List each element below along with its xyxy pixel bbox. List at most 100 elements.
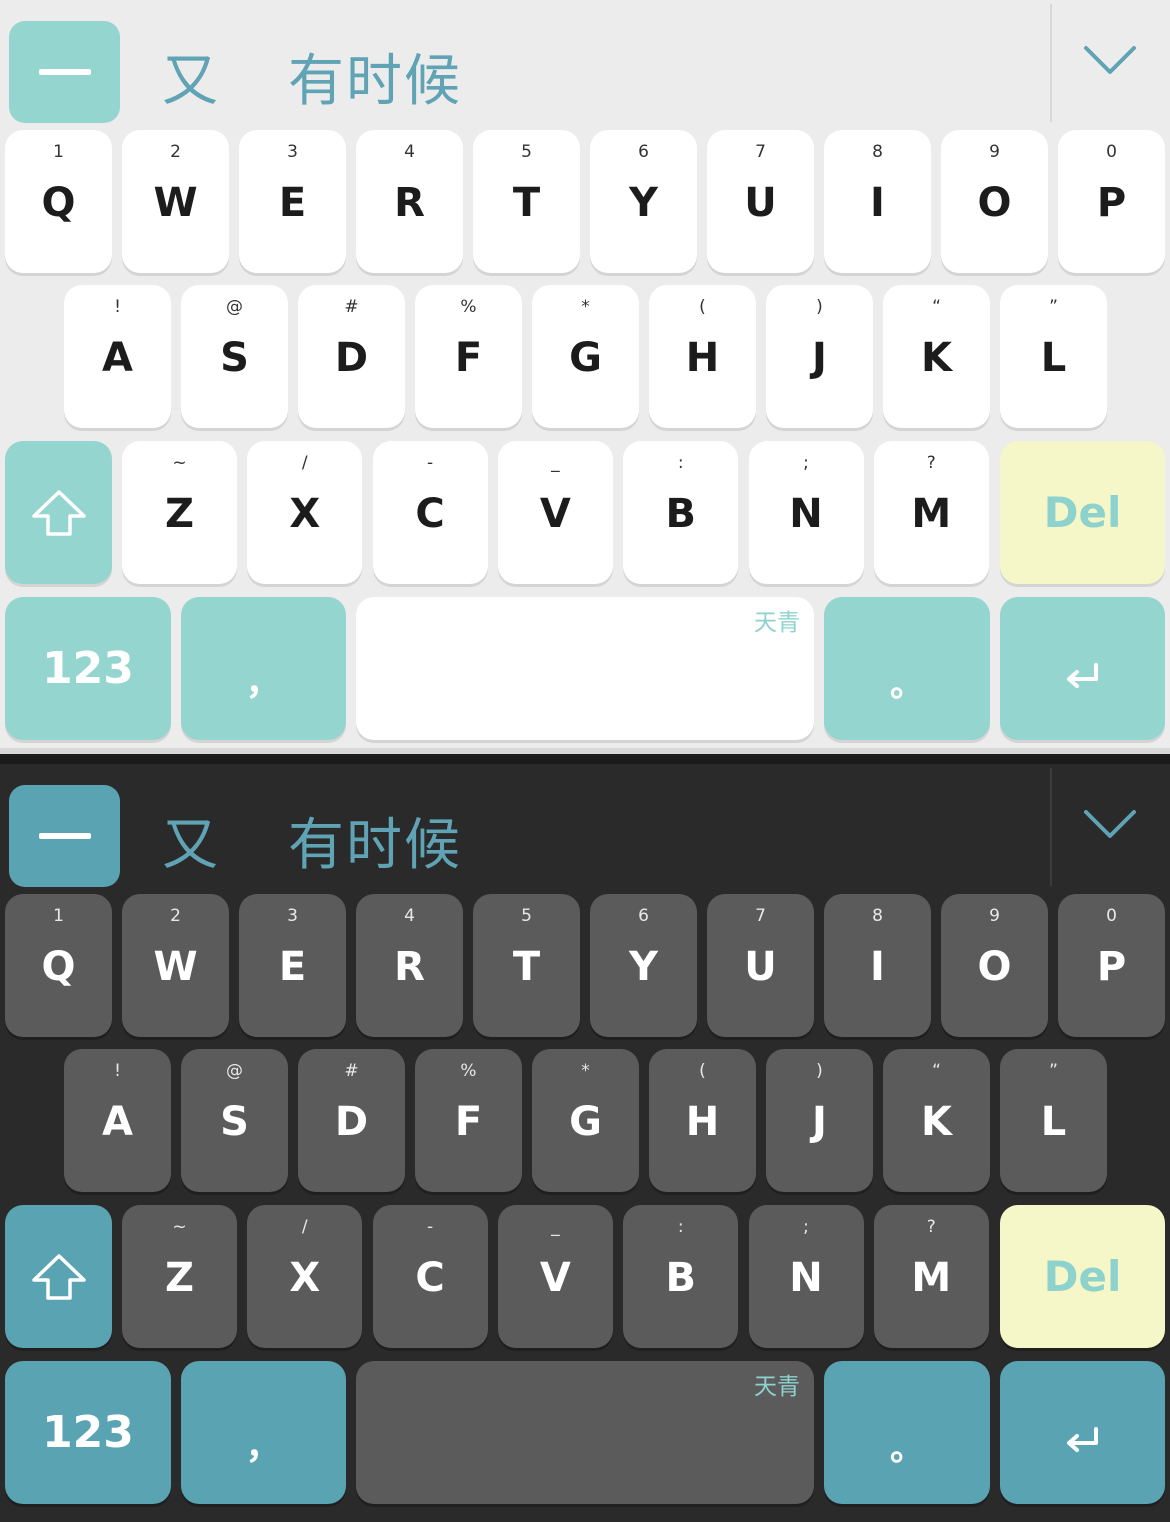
key-x[interactable]: / X (247, 1205, 363, 1348)
key-hint: ~ (172, 1217, 187, 1237)
key-k[interactable]: “K (883, 285, 990, 428)
candidate-word-2[interactable]: 有时候 (288, 800, 462, 881)
space-key[interactable]: 天青 (356, 1361, 814, 1504)
key-s[interactable]: @ S (181, 285, 288, 428)
key-l[interactable]: ” L (1000, 285, 1107, 428)
key-c[interactable]: -C (372, 1205, 488, 1348)
key-s[interactable]: @ S (181, 1049, 288, 1192)
key-f[interactable]: % F (415, 285, 522, 428)
key-label: M (911, 1255, 952, 1301)
key-hint: * (581, 1061, 590, 1081)
collapse-button[interactable] (9, 785, 120, 887)
key-e[interactable]: 3E (239, 130, 346, 273)
key-label: N (789, 491, 823, 537)
period-key[interactable]: 。 (824, 597, 990, 740)
key-h[interactable]: (H (649, 285, 756, 428)
shift-key[interactable] (5, 441, 112, 584)
key-k[interactable]: “K (883, 1049, 990, 1192)
key-l[interactable]: ” L (1000, 1049, 1107, 1192)
key-m[interactable]: ? M (873, 1205, 989, 1348)
key-hint: “ (932, 297, 941, 317)
key-e[interactable]: 3E (239, 894, 346, 1037)
key-a[interactable]: ! A (64, 285, 171, 428)
key-q[interactable]: 1Q (5, 130, 112, 273)
key-label: L (1040, 335, 1067, 381)
chevron-down-icon[interactable] (1082, 804, 1138, 844)
delete-key[interactable]: Del (1000, 441, 1165, 584)
key-a[interactable]: ! A (64, 1049, 171, 1192)
delete-key[interactable]: Del (1000, 1205, 1165, 1348)
key-t[interactable]: 5T (473, 130, 580, 273)
key-v[interactable]: _ V (497, 1205, 613, 1348)
key-g[interactable]: * G (532, 285, 639, 428)
key-t[interactable]: 5T (473, 894, 580, 1037)
key-n[interactable]: ; N (748, 1205, 864, 1348)
key-label: D (334, 1099, 369, 1145)
key-b[interactable]: :B (623, 441, 739, 584)
key-hint: 2 (170, 906, 181, 926)
key-j[interactable]: ) J (766, 1049, 873, 1192)
keyboard-light-theme: 又 有时候 Del 123 ， 天青 。 1Q2W3E4R5T6Y7U8I9O0… (0, 0, 1170, 748)
key-hint: - (427, 453, 434, 473)
space-key[interactable]: 天青 (356, 597, 814, 740)
candidate-word-1[interactable]: 又 (162, 36, 220, 117)
key-w[interactable]: 2W (122, 894, 229, 1037)
key-j[interactable]: ) J (766, 285, 873, 428)
comma-key[interactable]: ， (181, 597, 346, 740)
key-h[interactable]: (H (649, 1049, 756, 1192)
candidate-word-2[interactable]: 有时候 (288, 36, 462, 117)
key-w[interactable]: 2W (122, 130, 229, 273)
key-hint: % (460, 1061, 477, 1081)
key-d[interactable]: # D (298, 285, 405, 428)
key-x[interactable]: / X (247, 441, 363, 584)
key-label: P (1096, 944, 1127, 990)
key-hint: ? (926, 453, 936, 473)
key-z[interactable]: ~ Z (122, 1205, 237, 1348)
comma-key[interactable]: ， (181, 1361, 346, 1504)
key-r[interactable]: 4R (356, 894, 463, 1037)
numbers-key[interactable]: 123 (5, 1361, 171, 1504)
key-i[interactable]: 8I (824, 894, 931, 1037)
key-d[interactable]: # D (298, 1049, 405, 1192)
key-p[interactable]: 0P (1058, 894, 1165, 1037)
key-u[interactable]: 7U (707, 130, 814, 273)
key-label: A (102, 335, 133, 381)
key-b[interactable]: :B (623, 1205, 739, 1348)
key-y[interactable]: 6Y (590, 894, 697, 1037)
key-v[interactable]: _ V (497, 441, 613, 584)
key-hint: 9 (989, 142, 1000, 162)
candidate-divider (1050, 4, 1052, 122)
key-p[interactable]: 0P (1058, 130, 1165, 273)
key-c[interactable]: -C (372, 441, 488, 584)
key-z[interactable]: ~ Z (122, 441, 237, 584)
key-label: Q (41, 180, 76, 226)
key-q[interactable]: 1Q (5, 894, 112, 1037)
key-label: T (512, 180, 541, 226)
period-key[interactable]: 。 (824, 1361, 990, 1504)
comma-key-label: ， (245, 1425, 282, 1467)
key-label: J (812, 335, 827, 381)
enter-key[interactable] (1000, 1361, 1165, 1504)
enter-return-icon (1066, 662, 1098, 688)
key-g[interactable]: * G (532, 1049, 639, 1192)
shift-key[interactable] (5, 1205, 112, 1348)
key-hint: 0 (1106, 142, 1117, 162)
key-n[interactable]: ; N (748, 441, 864, 584)
key-hint: 7 (755, 142, 766, 162)
key-hint: 6 (638, 906, 649, 926)
key-label: L (1040, 1099, 1067, 1145)
key-o[interactable]: 9O (941, 130, 1048, 273)
key-o[interactable]: 9O (941, 894, 1048, 1037)
key-y[interactable]: 6Y (590, 130, 697, 273)
key-f[interactable]: % F (415, 1049, 522, 1192)
numbers-key[interactable]: 123 (5, 597, 171, 740)
chevron-down-icon[interactable] (1082, 40, 1138, 80)
key-r[interactable]: 4R (356, 130, 463, 273)
key-i[interactable]: 8I (824, 130, 931, 273)
key-m[interactable]: ? M (873, 441, 989, 584)
collapse-button[interactable] (9, 21, 120, 123)
key-u[interactable]: 7U (707, 894, 814, 1037)
candidate-word-1[interactable]: 又 (162, 800, 220, 881)
period-key-label: 。 (890, 1429, 924, 1469)
enter-key[interactable] (1000, 597, 1165, 740)
